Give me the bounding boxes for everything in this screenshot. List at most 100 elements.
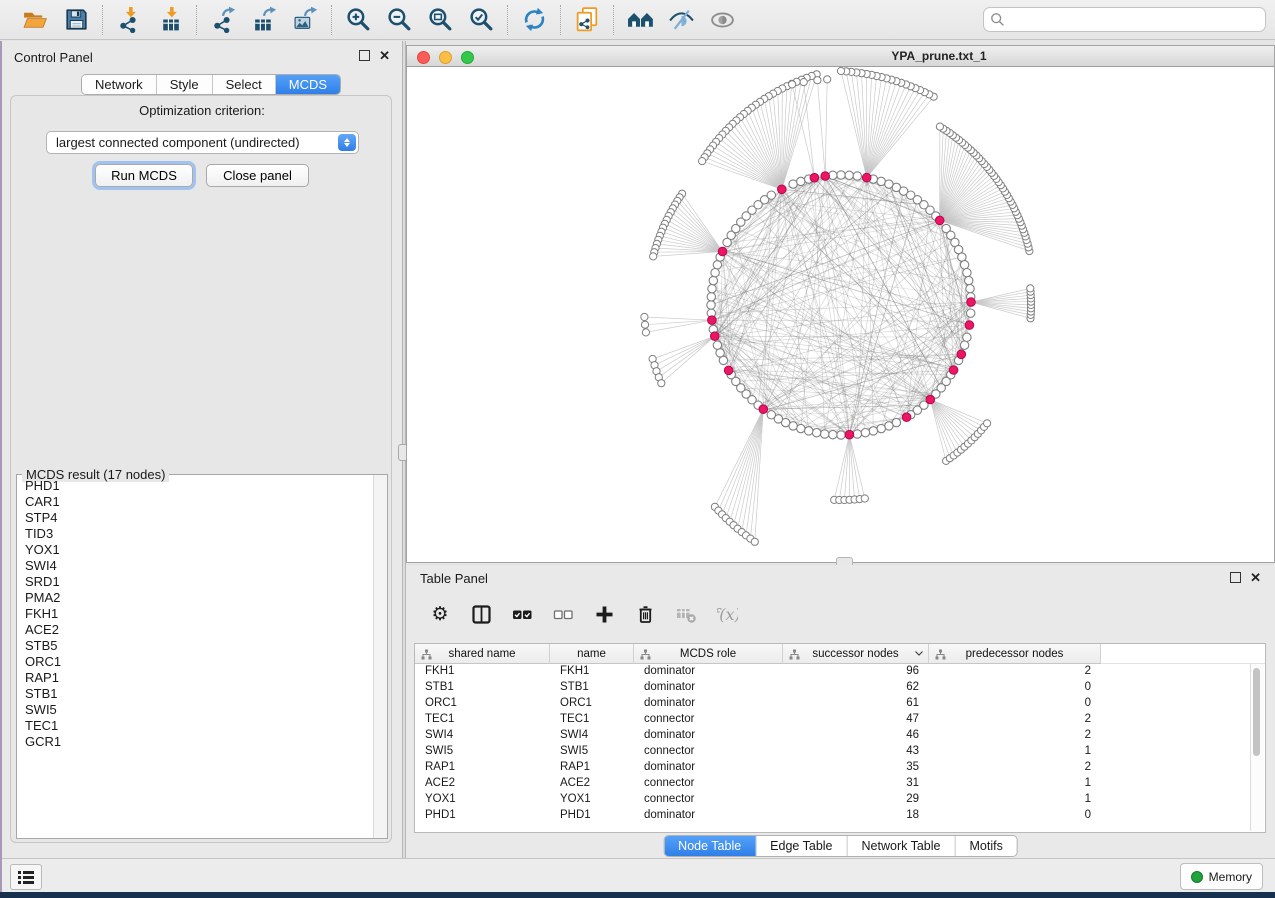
- apply-layout-icon[interactable]: [521, 6, 548, 33]
- save-session-icon[interactable]: [63, 6, 90, 33]
- table-tab-motifs[interactable]: Motifs: [955, 836, 1016, 856]
- column-header-shared-name[interactable]: shared name: [415, 644, 550, 664]
- table-tab-edge-table[interactable]: Edge Table: [756, 836, 847, 856]
- show-columns-icon[interactable]: [471, 604, 492, 625]
- memory-label: Memory: [1209, 870, 1252, 884]
- tab-style[interactable]: Style: [157, 75, 213, 94]
- mcds-result-item[interactable]: ORC1: [18, 654, 373, 670]
- memory-status-icon: [1191, 871, 1203, 883]
- zoom-selected-icon[interactable]: [468, 6, 495, 33]
- close-table-panel-icon[interactable]: ✕: [1250, 572, 1261, 583]
- mcds-result-scrollbar[interactable]: [373, 475, 387, 838]
- float-panel-icon[interactable]: [359, 50, 370, 61]
- select-all-icon[interactable]: [512, 604, 533, 625]
- cell-MCDS-role: connector: [634, 776, 783, 792]
- table-row[interactable]: YOX1YOX1connector291: [415, 792, 1265, 808]
- mcds-result-item[interactable]: STB1: [18, 686, 373, 702]
- table-tab-node-table[interactable]: Node Table: [664, 836, 756, 856]
- mcds-result-item[interactable]: SWI5: [18, 702, 373, 718]
- svg-text:⚙: ⚙: [431, 604, 448, 625]
- mcds-result-item[interactable]: TEC1: [18, 718, 373, 734]
- tab-network[interactable]: Network: [82, 75, 157, 94]
- export-table-icon[interactable]: [251, 6, 278, 33]
- export-image-icon[interactable]: [292, 6, 319, 33]
- task-history-button[interactable]: [10, 864, 42, 890]
- mcds-result-item[interactable]: YOX1: [18, 542, 373, 558]
- cell-successor-nodes: 43: [783, 744, 929, 760]
- control-panel-tabs: NetworkStyleSelectMCDS: [81, 74, 341, 95]
- table-row[interactable]: FKH1FKH1dominator962: [415, 664, 1265, 680]
- table-row[interactable]: SWI5SWI5connector431: [415, 744, 1265, 760]
- desktop-edge-bottom: [0, 892, 1275, 898]
- mcds-result-item[interactable]: SWI4: [18, 558, 373, 574]
- zoom-fit-icon[interactable]: [427, 6, 454, 33]
- mcds-result-item[interactable]: FKH1: [18, 606, 373, 622]
- tab-mcds[interactable]: MCDS: [276, 75, 340, 94]
- open-session-icon[interactable]: [22, 6, 49, 33]
- table-row[interactable]: TEC1TEC1connector472: [415, 712, 1265, 728]
- mcds-result-item[interactable]: PHD1: [18, 478, 373, 494]
- table-row[interactable]: ACE2ACE2connector311: [415, 776, 1265, 792]
- table-scrollbar[interactable]: [1250, 664, 1264, 831]
- column-header-name[interactable]: name: [550, 644, 634, 664]
- export-network-icon[interactable]: [210, 6, 237, 33]
- close-panel-icon[interactable]: ✕: [379, 50, 390, 61]
- float-table-panel-icon[interactable]: [1230, 572, 1241, 583]
- table-mode-icon[interactable]: ⚙: [430, 604, 451, 625]
- tab-select[interactable]: Select: [213, 75, 276, 94]
- main-toolbar: [0, 0, 1275, 40]
- search-input[interactable]: [1005, 12, 1259, 28]
- toolbar-group: [333, 6, 507, 33]
- hide-graphics-details-icon[interactable]: [668, 6, 695, 33]
- mcds-result-item[interactable]: ACE2: [18, 622, 373, 638]
- cell-successor-nodes: 96: [783, 664, 929, 680]
- import-network-icon[interactable]: [116, 6, 143, 33]
- cell-MCDS-role: dominator: [634, 808, 783, 824]
- table-row[interactable]: STB1STB1dominator620: [415, 680, 1265, 696]
- table-row[interactable]: PHD1PHD1dominator180: [415, 808, 1265, 824]
- mcds-result-item[interactable]: RAP1: [18, 670, 373, 686]
- network-canvas[interactable]: [407, 67, 1274, 562]
- close-panel-button[interactable]: Close panel: [206, 164, 309, 187]
- window-close-icon[interactable]: [417, 51, 430, 64]
- first-neighbors-icon[interactable]: [627, 6, 654, 33]
- search-box[interactable]: [983, 7, 1266, 32]
- mcds-result-item[interactable]: PMA2: [18, 590, 373, 606]
- mcds-result-item[interactable]: GCR1: [18, 734, 373, 750]
- mcds-result-item[interactable]: STP4: [18, 510, 373, 526]
- mcds-result-item[interactable]: CAR1: [18, 494, 373, 510]
- cell-MCDS-role: dominator: [634, 728, 783, 744]
- new-network-from-selection-icon[interactable]: [574, 6, 601, 33]
- zoom-out-icon[interactable]: [386, 6, 413, 33]
- mcds-result-item[interactable]: STB5: [18, 638, 373, 654]
- cell-predecessor-nodes: 0: [929, 808, 1101, 824]
- table-scrollbar-thumb[interactable]: [1253, 668, 1260, 756]
- mcds-result-item[interactable]: TID3: [18, 526, 373, 542]
- memory-button[interactable]: Memory: [1180, 863, 1263, 890]
- add-column-icon[interactable]: [594, 604, 615, 625]
- column-header-MCDS-role[interactable]: MCDS role: [634, 644, 783, 664]
- cell-successor-nodes: 35: [783, 760, 929, 776]
- toolbar-icon-groups: [10, 5, 748, 35]
- table-row[interactable]: SWI4SWI4dominator462: [415, 728, 1265, 744]
- column-header-successor-nodes[interactable]: successor nodes: [783, 644, 929, 664]
- cell-MCDS-role: connector: [634, 712, 783, 728]
- optimization-criterion-label: Optimization criterion:: [2, 103, 402, 118]
- mcds-result-item[interactable]: SRD1: [18, 574, 373, 590]
- window-minimize-icon[interactable]: [439, 51, 452, 64]
- table-row[interactable]: RAP1RAP1dominator352: [415, 760, 1265, 776]
- zoom-in-icon[interactable]: [345, 6, 372, 33]
- header-filler: [1101, 644, 1265, 664]
- window-maximize-icon[interactable]: [461, 51, 474, 64]
- column-header-predecessor-nodes[interactable]: predecessor nodes: [929, 644, 1101, 664]
- table-row[interactable]: ORC1ORC1dominator610: [415, 696, 1265, 712]
- criterion-select[interactable]: largest connected component (undirected): [46, 131, 359, 154]
- network-view-window: YPA_prune.txt_1: [406, 45, 1275, 563]
- import-table-icon[interactable]: [157, 6, 184, 33]
- table-tabs: Node TableEdge TableNetwork TableMotifs: [663, 835, 1018, 857]
- network-window-titlebar[interactable]: YPA_prune.txt_1: [407, 46, 1274, 67]
- run-mcds-button[interactable]: Run MCDS: [95, 164, 193, 187]
- deselect-all-icon[interactable]: [553, 604, 574, 625]
- table-tab-network-table[interactable]: Network Table: [848, 836, 956, 856]
- delete-columns-icon[interactable]: [635, 604, 656, 625]
